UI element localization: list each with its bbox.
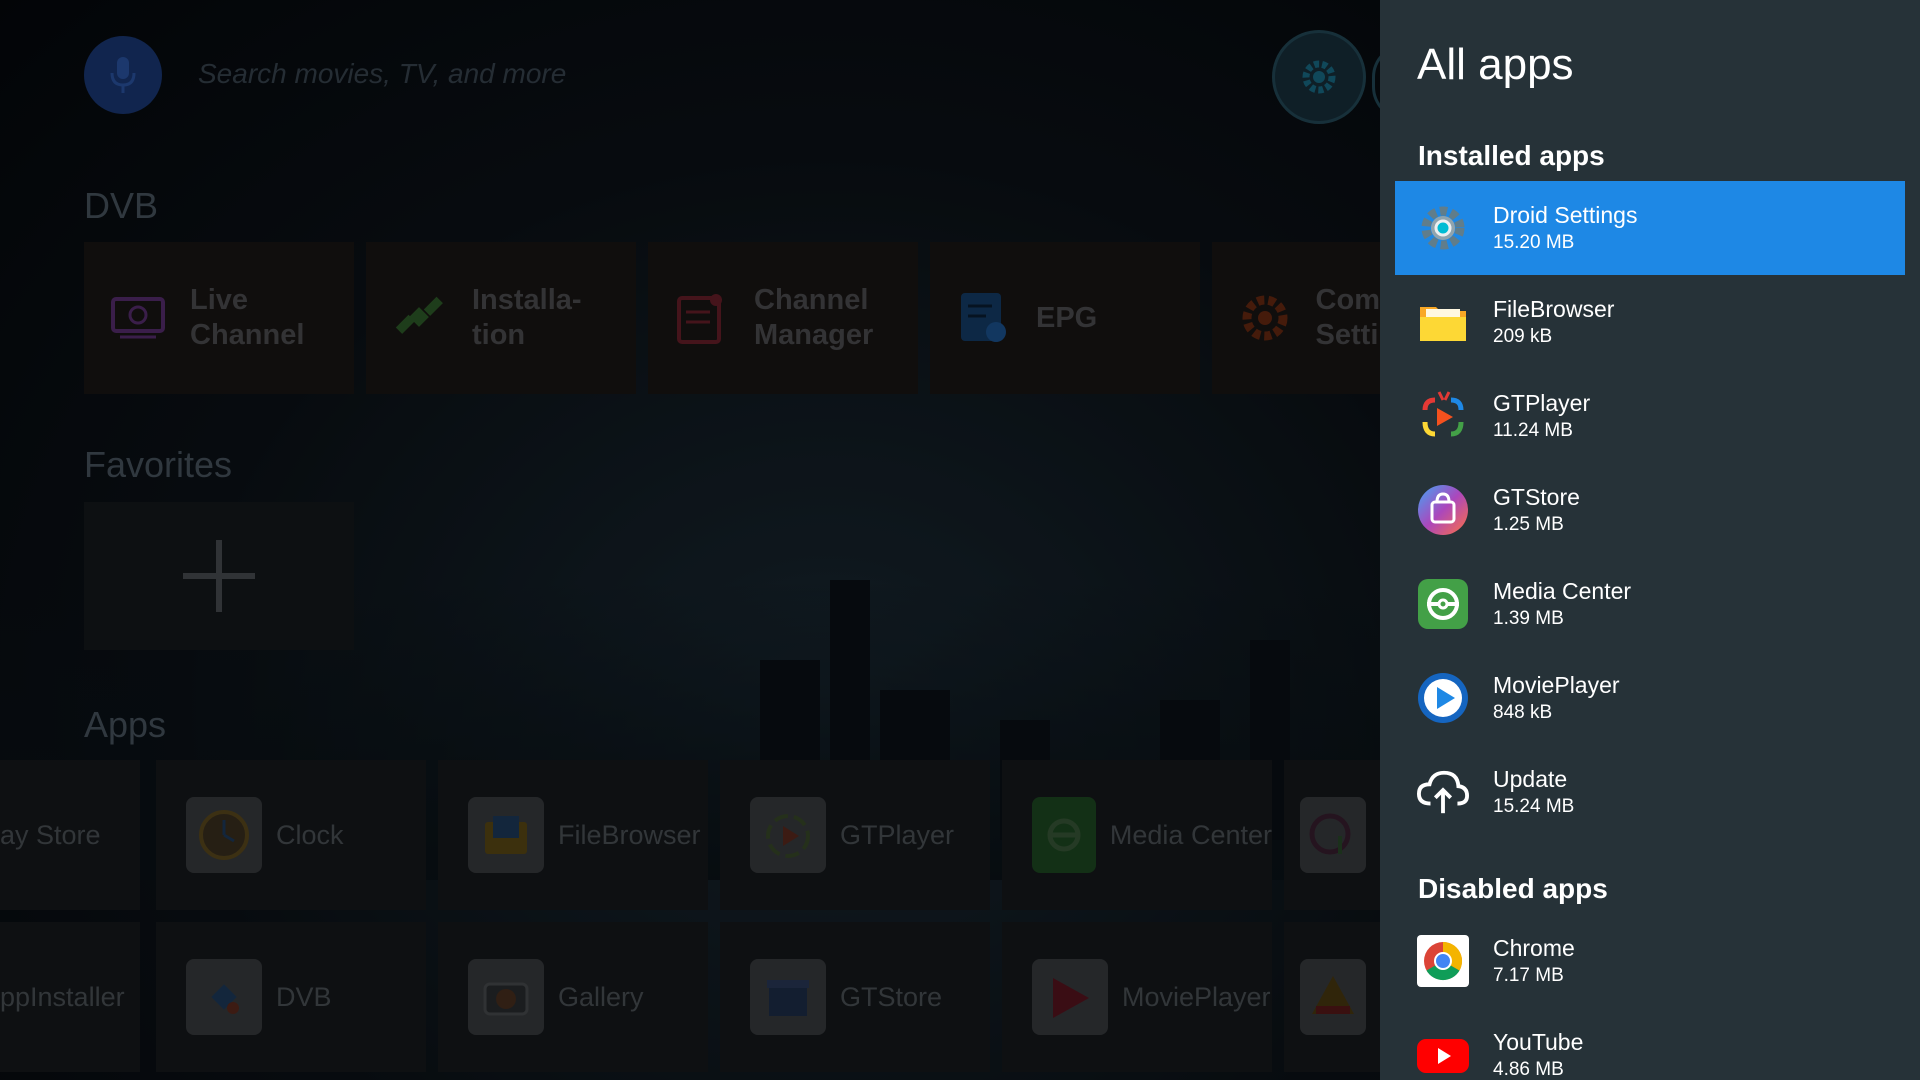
app-name: MoviePlayer — [1493, 672, 1620, 698]
app-name: Chrome — [1493, 935, 1575, 961]
app-name: Droid Settings — [1493, 202, 1638, 228]
app-name: Media Center — [1493, 578, 1632, 604]
app-item-gtplayer[interactable]: GTPlayer 11.24 MB — [1395, 369, 1905, 463]
app-item-media-center[interactable]: Media Center 1.39 MB — [1395, 557, 1905, 651]
app-name: Update — [1493, 766, 1568, 792]
app-item-chrome[interactable]: Chrome 7.17 MB — [1395, 914, 1905, 1008]
chrome-icon — [1417, 935, 1469, 987]
app-item-filebrowser[interactable]: FileBrowser 209 kB — [1395, 275, 1905, 369]
app-name: GTPlayer — [1493, 390, 1591, 416]
app-size: 1.25 MB — [1493, 514, 1564, 535]
app-size: 1.39 MB — [1493, 608, 1564, 629]
all-apps-panel: All apps Installed apps Droid Settings 15… — [1380, 0, 1920, 1080]
cloud-upload-icon — [1417, 766, 1469, 818]
app-item-youtube[interactable]: YouTube 4.86 MB — [1395, 1008, 1905, 1080]
media-center-icon — [1417, 578, 1469, 630]
app-size: 15.24 MB — [1493, 796, 1575, 817]
app-size: 209 kB — [1493, 326, 1553, 347]
app-item-movieplayer[interactable]: MoviePlayer 848 kB — [1395, 651, 1905, 745]
app-size: 15.20 MB — [1493, 232, 1575, 253]
app-name: GTStore — [1493, 484, 1580, 510]
installed-apps-heading: Installed apps — [1418, 140, 1605, 171]
app-size: 4.86 MB — [1493, 1059, 1564, 1080]
panel-title: All apps — [1417, 40, 1574, 89]
gtplayer-icon — [1417, 390, 1469, 442]
app-name: YouTube — [1493, 1029, 1584, 1055]
play-circle-icon — [1417, 672, 1469, 724]
folder-icon — [1417, 296, 1469, 348]
app-size: 11.24 MB — [1493, 420, 1573, 441]
app-item-gtstore[interactable]: GTStore 1.25 MB — [1395, 463, 1905, 557]
shopping-bag-icon — [1417, 484, 1469, 536]
app-item-droid-settings[interactable]: Droid Settings 15.20 MB — [1395, 181, 1905, 275]
app-size: 848 kB — [1493, 702, 1553, 723]
app-size: 7.17 MB — [1493, 965, 1564, 986]
dim-overlay — [0, 0, 1380, 1080]
disabled-apps-heading: Disabled apps — [1418, 873, 1608, 904]
youtube-icon — [1417, 1029, 1469, 1080]
app-item-update[interactable]: Update 15.24 MB — [1395, 745, 1905, 839]
settings-gear-icon — [1417, 202, 1469, 254]
app-name: FileBrowser — [1493, 296, 1615, 322]
launcher-background: Search movies, TV, and more DVB Live Chan… — [0, 0, 1380, 1080]
